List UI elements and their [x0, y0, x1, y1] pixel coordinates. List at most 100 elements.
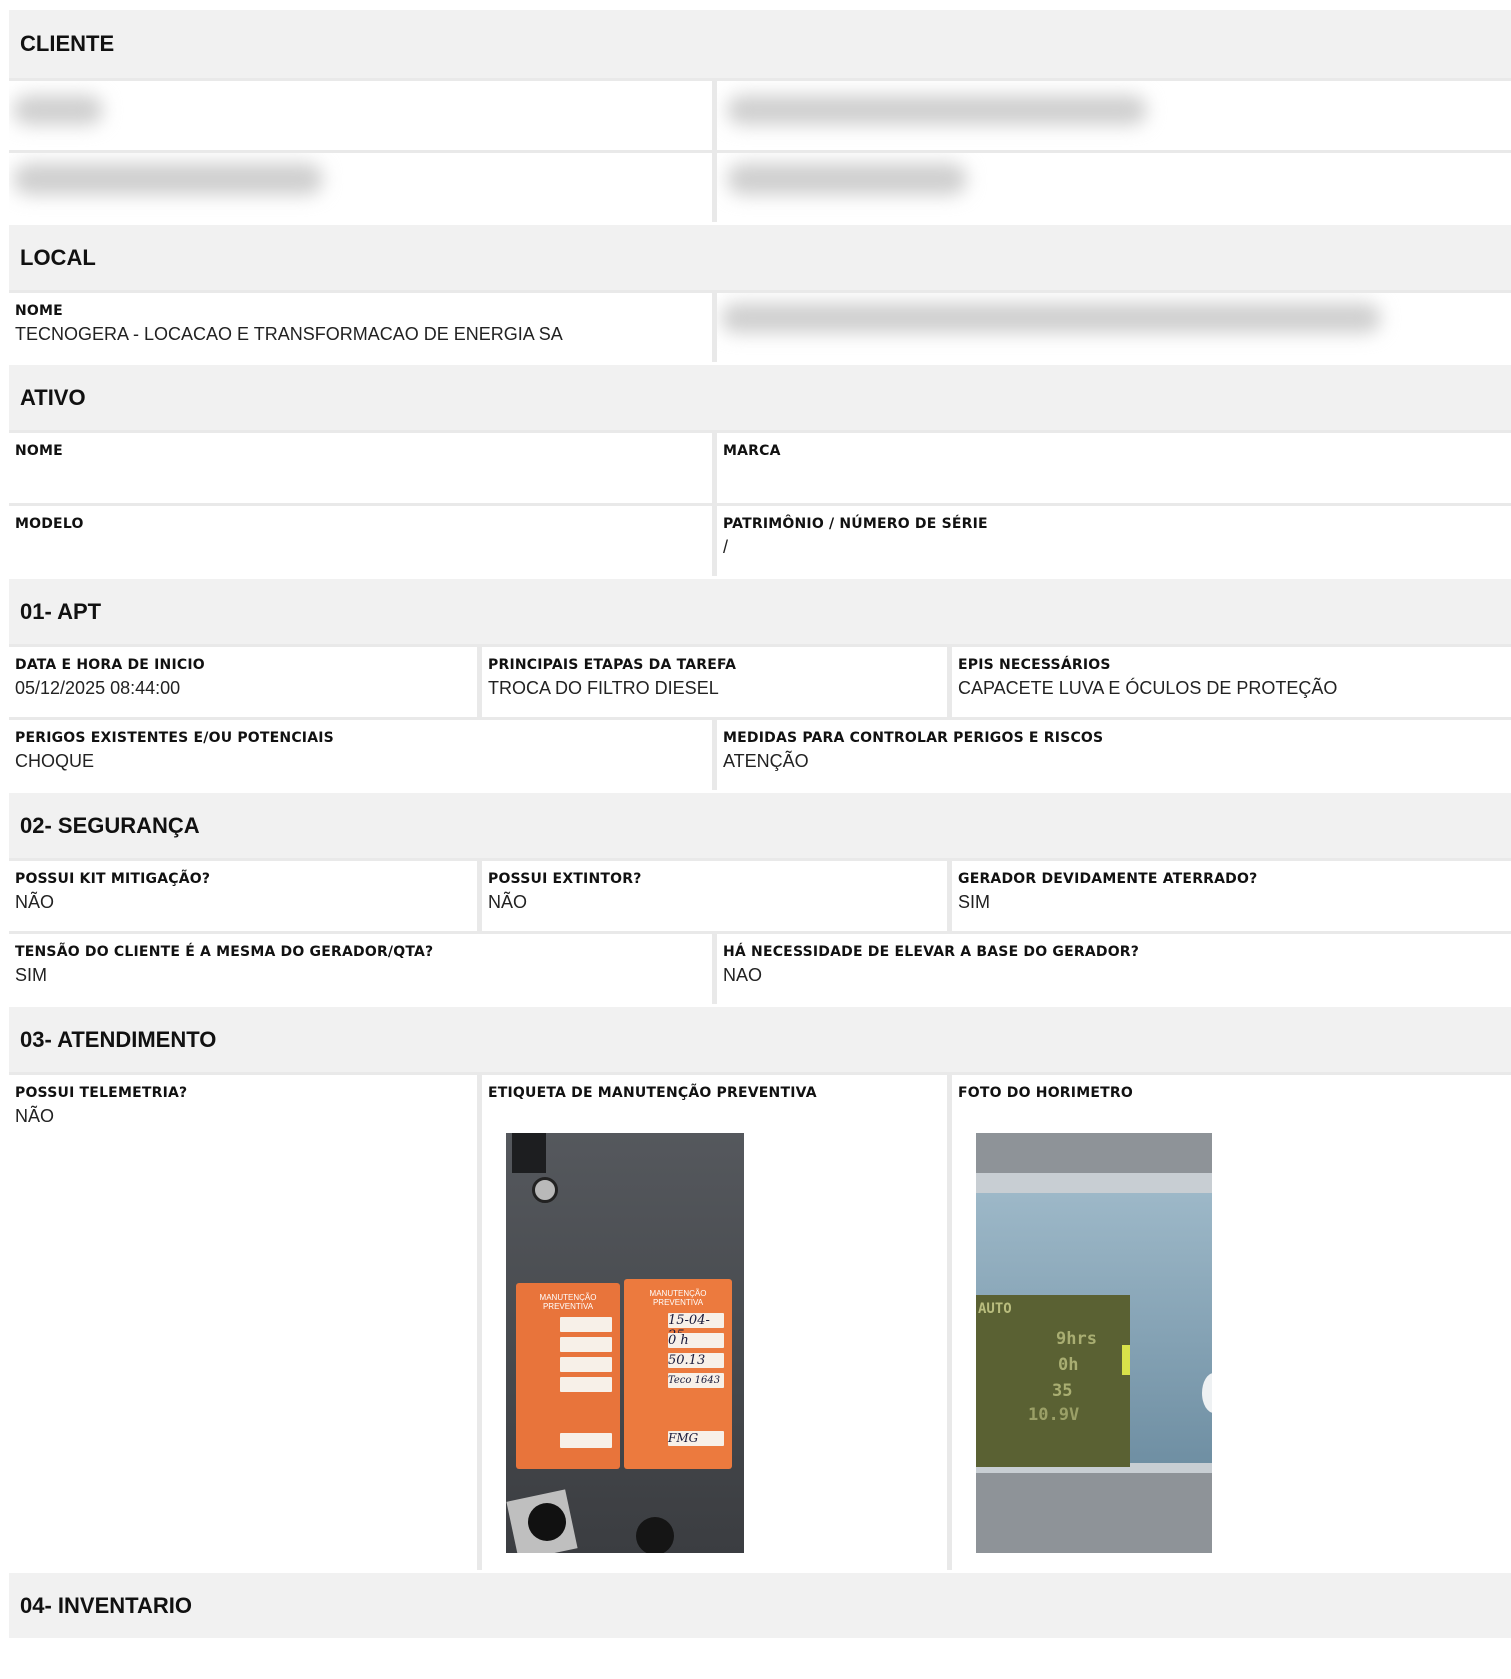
seguranca-base-field: HÁ NECESSIDADE DE ELEVAR A BASE DO GERAD…: [712, 934, 1511, 1004]
field-label: PRINCIPAIS ETAPAS DA TAREFA: [488, 657, 737, 673]
section-local: LOCAL: [9, 222, 1511, 290]
field-label: TENSÃO DO CLIENTE É A MESMA DO GERADOR/Q…: [15, 944, 434, 960]
cliente-field-redacted: [9, 153, 712, 222]
field-label: POSSUI TELEMETRIA?: [15, 1085, 188, 1101]
field-label: MEDIDAS PARA CONTROLAR PERIGOS E RISCOS: [723, 730, 1104, 746]
field-value: TROCA DO FILTRO DIESEL: [488, 678, 719, 698]
section-title: 02- SEGURANÇA: [20, 812, 200, 838]
atendimento-horimetro-field: FOTO DO HORIMETRO AUTO 9hrs 0h 35 10.9V: [947, 1075, 1511, 1570]
seguranca-extintor-field: POSSUI EXTINTOR? NÃO: [477, 861, 947, 931]
maintenance-label-photo[interactable]: MANUTENÇÃO PREVENTIVA MANUTENÇÃO PREVENT…: [506, 1133, 744, 1553]
field-label: ETIQUETA DE MANUTENÇÃO PREVENTIVA: [488, 1085, 817, 1101]
atendimento-telemetria-field: POSSUI TELEMETRIA? NÃO: [9, 1075, 477, 1570]
hour-meter-photo[interactable]: AUTO 9hrs 0h 35 10.9V: [976, 1133, 1212, 1553]
cliente-field-redacted: [712, 81, 1511, 150]
maintenance-tag-left: MANUTENÇÃO PREVENTIVA: [516, 1283, 620, 1469]
section-apt: 01- APT: [9, 576, 1511, 644]
display-indicator: [1122, 1345, 1130, 1375]
display-mode: AUTO: [978, 1301, 1012, 1317]
field-value: CHOQUE: [15, 751, 95, 771]
ativo-row-1: NOME MARCA: [9, 430, 1511, 503]
ativo-marca-field: MARCA: [712, 433, 1511, 503]
seguranca-row-2: TENSÃO DO CLIENTE É A MESMA DO GERADOR/Q…: [9, 931, 1511, 1004]
redacted-blur: [727, 95, 1147, 125]
display-line: 10.9V: [1028, 1405, 1080, 1425]
tag-plan: 50.13: [668, 1353, 724, 1368]
apt-perigos-field: PERIGOS EXISTENTES E/OU POTENCIAIS CHOQU…: [9, 720, 712, 790]
display-line: 0h: [1058, 1355, 1079, 1375]
seguranca-tensao-field: TENSÃO DO CLIENTE É A MESMA DO GERADOR/Q…: [9, 934, 712, 1004]
seguranca-kit-field: POSSUI KIT MITIGAÇÃO? NÃO: [9, 861, 477, 931]
tag-patrimonio: Teco 1643: [668, 1373, 724, 1388]
tag-title: MANUTENÇÃO PREVENTIVA: [649, 1289, 707, 1307]
tag-title: MANUTENÇÃO PREVENTIVA: [539, 1293, 597, 1311]
seguranca-aterrado-field: GERADOR DEVIDAMENTE ATERRADO? SIM: [947, 861, 1511, 931]
tag-hours: 0 h: [668, 1333, 724, 1348]
field-label: FOTO DO HORIMETRO: [958, 1085, 1133, 1101]
field-label: EPIS NECESSÁRIOS: [958, 657, 1111, 673]
field-label: NOME: [15, 303, 63, 319]
field-label: MODELO: [15, 516, 84, 532]
section-title: 01- APT: [20, 598, 102, 624]
cliente-row-2: [9, 150, 1511, 222]
atendimento-etiqueta-field: ETIQUETA DE MANUTENÇÃO PREVENTIVA MANUTE…: [477, 1075, 947, 1570]
section-ativo: ATIVO: [9, 362, 1511, 430]
redacted-blur: [721, 303, 1381, 333]
local-nome-field: NOME TECNOGERA - LOCACAO E TRANSFORMACAO…: [9, 293, 712, 362]
field-value: NÃO: [488, 892, 528, 912]
section-inventario: 04- INVENTARIO: [9, 1570, 1511, 1638]
cliente-row-1: [9, 78, 1511, 150]
photo-bracket: [512, 1133, 546, 1173]
redacted-blur: [13, 163, 323, 195]
field-label: PERIGOS EXISTENTES E/OU POTENCIAIS: [15, 730, 334, 746]
seguranca-row-1: POSSUI KIT MITIGAÇÃO? NÃO POSSUI EXTINTO…: [9, 858, 1511, 931]
field-label: GERADOR DEVIDAMENTE ATERRADO?: [958, 871, 1258, 887]
field-value: SIM: [15, 965, 48, 985]
field-label: NOME: [15, 443, 63, 459]
cliente-field-redacted: [9, 81, 712, 150]
apt-epis-field: EPIS NECESSÁRIOS CAPACETE LUVA E ÓCULOS …: [947, 647, 1511, 717]
field-label: POSSUI KIT MITIGAÇÃO?: [15, 871, 211, 887]
field-value: CAPACETE LUVA E ÓCULOS DE PROTEÇÃO: [958, 678, 1338, 698]
apt-inicio-field: DATA E HORA DE INICIO 05/12/2025 08:44:0…: [9, 647, 477, 717]
field-value: SIM: [958, 892, 991, 912]
apt-row-1: DATA E HORA DE INICIO 05/12/2025 08:44:0…: [9, 644, 1511, 717]
field-label: MARCA: [723, 443, 781, 459]
field-value: /: [723, 537, 729, 557]
local-row: NOME TECNOGERA - LOCACAO E TRANSFORMACAO…: [9, 290, 1511, 362]
photo-knob: [636, 1517, 674, 1553]
section-title: ATIVO: [20, 384, 86, 410]
field-value: NÃO: [15, 892, 55, 912]
ativo-row-2: MODELO PATRIMÔNIO / NÚMERO DE SÉRIE /: [9, 503, 1511, 576]
redacted-blur: [727, 163, 967, 195]
tag-responsavel: FMG: [668, 1431, 724, 1446]
photo-screw: [532, 1177, 558, 1203]
maintenance-tag-right: MANUTENÇÃO PREVENTIVA 15-04-25 0 h 50.13…: [624, 1279, 732, 1469]
apt-row-2: PERIGOS EXISTENTES E/OU POTENCIAIS CHOQU…: [9, 717, 1511, 790]
field-label: DATA E HORA DE INICIO: [15, 657, 205, 673]
field-value: ATENÇÃO: [723, 751, 809, 771]
field-value: TECNOGERA - LOCACAO E TRANSFORMACAO DE E…: [15, 324, 563, 344]
ativo-modelo-field: MODELO: [9, 506, 712, 576]
hour-meter-display: AUTO 9hrs 0h 35 10.9V: [976, 1295, 1130, 1467]
photo-knob: [528, 1503, 566, 1541]
display-line: 35: [1052, 1381, 1073, 1401]
field-value: NÃO: [15, 1106, 55, 1126]
redacted-blur: [13, 95, 103, 125]
section-title: 04- INVENTARIO: [20, 1592, 192, 1618]
section-cliente: CLIENTE: [9, 10, 1511, 78]
section-atendimento: 03- ATENDIMENTO: [9, 1004, 1511, 1072]
service-report: CLIENTE LOCAL NOME TECNOGERA - LOCACAO E…: [9, 10, 1511, 1638]
apt-etapas-field: PRINCIPAIS ETAPAS DA TAREFA TROCA DO FIL…: [477, 647, 947, 717]
ativo-nome-field: NOME: [9, 433, 712, 503]
section-seguranca: 02- SEGURANÇA: [9, 790, 1511, 858]
field-value: 05/12/2025 08:44:00: [15, 678, 181, 698]
field-value: NAO: [723, 965, 763, 985]
section-title: 03- ATENDIMENTO: [20, 1026, 217, 1052]
tag-date: 15-04-25: [668, 1313, 724, 1343]
field-label: POSSUI EXTINTOR?: [488, 871, 642, 887]
ativo-patrimonio-field: PATRIMÔNIO / NÚMERO DE SÉRIE /: [712, 506, 1511, 576]
field-label: PATRIMÔNIO / NÚMERO DE SÉRIE: [723, 516, 988, 532]
local-field-redacted: [712, 293, 1511, 362]
cliente-field-redacted: [712, 153, 1511, 222]
